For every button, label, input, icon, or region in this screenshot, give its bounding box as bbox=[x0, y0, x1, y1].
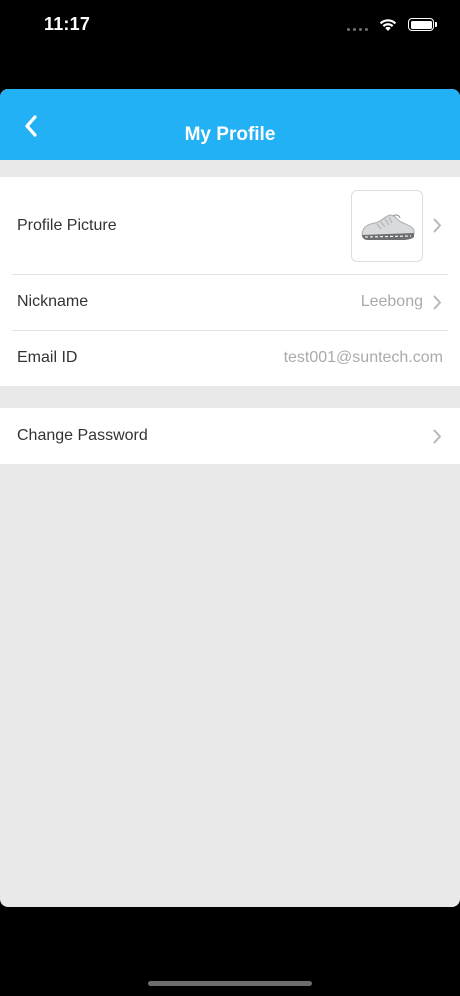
profile-picture-row[interactable]: Profile Picture bbox=[0, 177, 460, 274]
nickname-label: Nickname bbox=[17, 293, 89, 310]
status-icons bbox=[347, 17, 437, 32]
back-chevron-icon bbox=[25, 115, 37, 137]
home-indicator[interactable] bbox=[148, 981, 312, 986]
avatar[interactable] bbox=[351, 189, 423, 262]
email-value: test001@suntech.com bbox=[283, 349, 443, 366]
email-label: Email ID bbox=[17, 349, 78, 366]
profile-group: Profile Picture Nickname Leebong Email I… bbox=[0, 177, 460, 386]
status-bar: 11:17 bbox=[0, 0, 460, 50]
change-password-label: Change Password bbox=[17, 427, 148, 444]
nickname-value: Leebong bbox=[360, 293, 423, 310]
profile-sheet: My Profile Profile Picture Nickname Leeb… bbox=[0, 89, 460, 907]
nav-bar: My Profile bbox=[0, 89, 460, 160]
change-password-row[interactable]: Change Password bbox=[0, 408, 460, 464]
page-title: My Profile bbox=[184, 123, 276, 145]
wifi-icon bbox=[379, 19, 397, 31]
chevron-right-icon bbox=[431, 218, 443, 234]
chevron-right-icon bbox=[431, 294, 443, 310]
nickname-row[interactable]: Nickname Leebong bbox=[0, 274, 460, 330]
battery-icon bbox=[408, 18, 437, 31]
security-group: Change Password bbox=[0, 408, 460, 464]
shoe-image bbox=[361, 213, 415, 240]
status-time: 11:17 bbox=[44, 14, 91, 34]
profile-picture-label: Profile Picture bbox=[17, 216, 117, 234]
back-button[interactable] bbox=[18, 113, 44, 139]
signal-icon bbox=[347, 19, 368, 31]
email-row: Email ID test001@suntech.com bbox=[0, 330, 460, 386]
chevron-right-icon bbox=[431, 428, 443, 444]
